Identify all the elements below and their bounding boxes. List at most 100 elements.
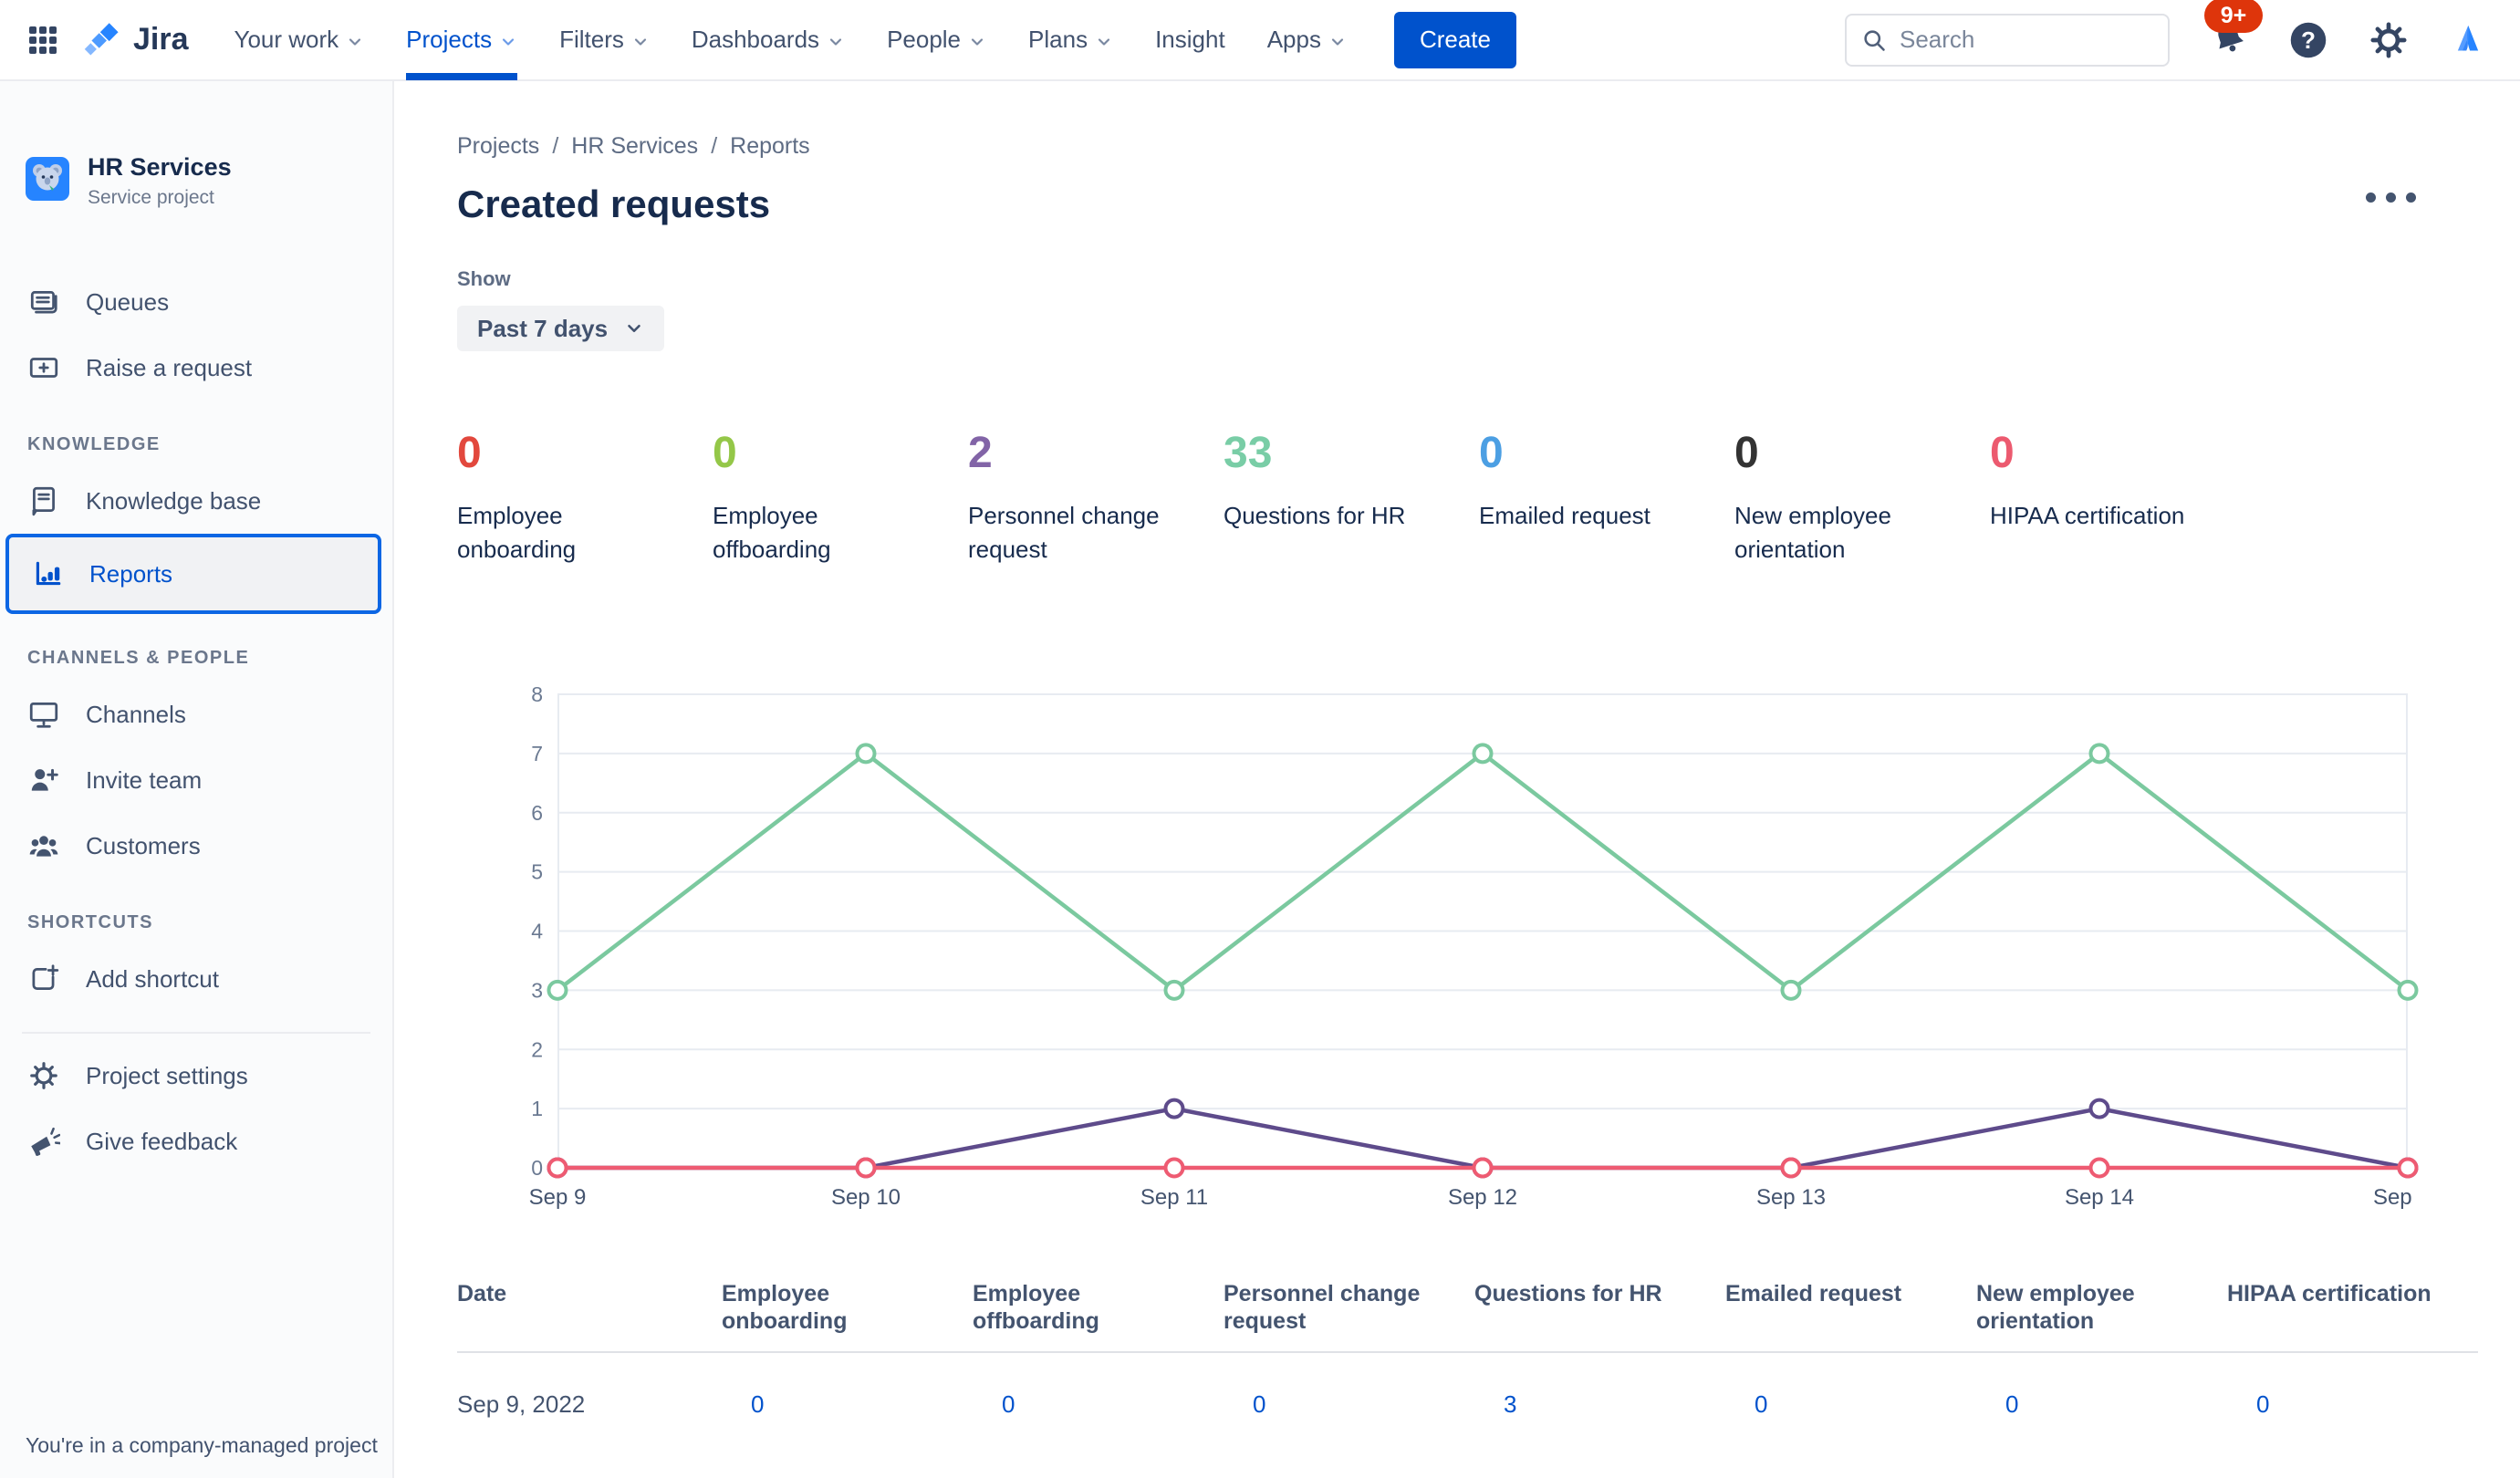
svg-text:Sep 9: Sep 9: [529, 1185, 587, 1210]
jira-mark-icon: [84, 22, 119, 55]
stat-personnel-change-request: 2 Personnel change request: [968, 429, 1160, 564]
sidebar-item-knowledge-base[interactable]: Knowledge base: [0, 468, 392, 534]
svg-text:4: 4: [531, 920, 543, 943]
settings-button[interactable]: [2369, 20, 2409, 60]
table-cell-link[interactable]: 0: [722, 1358, 973, 1450]
project-settings-gear-icon: [30, 1062, 57, 1089]
column-header: Employee onboarding: [722, 1281, 848, 1334]
main-content: Projects / HR Services / Reports Created…: [394, 81, 2520, 1478]
project-name: HR Services: [88, 152, 232, 181]
sidebar-item-give-feedback[interactable]: Give feedback: [0, 1108, 392, 1174]
knowledge-base-icon: [32, 486, 55, 516]
table-cell-link[interactable]: 0: [1224, 1450, 1474, 1478]
sidebar-item-customers[interactable]: Customers: [0, 813, 392, 879]
project-sidebar: HR Services Service project Queues Raise…: [0, 81, 394, 1478]
more-options-button[interactable]: [2357, 183, 2425, 212]
sidebar-item-add-shortcut[interactable]: Add shortcut: [0, 946, 392, 1012]
dot: [2406, 193, 2416, 203]
nav-projects[interactable]: Projects: [406, 0, 518, 80]
table-cell-link[interactable]: 0: [973, 1450, 1224, 1478]
atlassian-logo-icon: [2449, 18, 2487, 61]
column-header-date: Date: [457, 1281, 507, 1306]
nav-dashboards[interactable]: Dashboards: [692, 0, 845, 80]
nav-filters[interactable]: Filters: [559, 0, 650, 80]
help-icon: ?: [2290, 22, 2327, 57]
invite-team-icon: [31, 768, 58, 791]
breadcrumb-projects[interactable]: Projects: [457, 132, 539, 160]
stat-questions-for-hr: 33 Questions for HR: [1224, 429, 1406, 530]
created-requests-line-chart: 0 1 2 3 4 5 6 7 8 Sep 9 Sep 10 Sep 11 Sep 12 Sep 13 Se…: [512, 682, 2520, 1223]
created-requests-table: Date Employee onboarding Employee offboa…: [457, 1280, 2520, 1478]
channels-icon: [29, 702, 58, 728]
project-avatar: [26, 156, 69, 205]
create-button[interactable]: Create: [1393, 11, 1516, 68]
table-row-date: Sep 10, 2022: [457, 1450, 722, 1478]
notifications-button[interactable]: 9+: [2204, 0, 2263, 61]
reports-icon: [36, 561, 61, 586]
table-cell-link[interactable]: 0: [722, 1450, 973, 1478]
nav-plans[interactable]: Plans: [1028, 0, 1113, 80]
table-cell-link[interactable]: 0: [2227, 1358, 2478, 1450]
date-range-select[interactable]: Past 7 days: [457, 306, 665, 351]
grid-icon: [29, 26, 57, 54]
column-header: HIPAA certification: [2227, 1281, 2431, 1306]
sidebar-item-project-settings[interactable]: Project settings: [0, 1043, 392, 1108]
breadcrumb-reports[interactable]: Reports: [730, 132, 810, 160]
column-header: Personnel change request: [1224, 1281, 1421, 1334]
nav-apps[interactable]: Apps: [1267, 0, 1347, 80]
sidebar-item-invite-team[interactable]: Invite team: [0, 747, 392, 813]
nav-insight[interactable]: Insight: [1155, 0, 1225, 80]
jira-reports-screen: Jira Your work Projects Filters Dashboar…: [0, 0, 2520, 1478]
table-cell-link[interactable]: 3: [1474, 1358, 1725, 1450]
project-type-note: You're in a company-managed project: [26, 1433, 378, 1457]
sidebar-divider: [22, 1032, 370, 1034]
svg-text:2: 2: [531, 1037, 543, 1061]
add-shortcut-icon: [32, 964, 59, 990]
app-switcher-icon[interactable]: [27, 25, 58, 56]
svg-text:8: 8: [531, 685, 543, 706]
queues-icon: [30, 291, 57, 314]
nav-your-work[interactable]: Your work: [234, 0, 365, 80]
sidebar-item-raise-a-request[interactable]: Raise a request: [0, 335, 392, 401]
breadcrumb-hr-services[interactable]: HR Services: [571, 132, 698, 160]
table-cell-link[interactable]: 0: [973, 1358, 1224, 1450]
notification-badge: 9+: [2204, 0, 2263, 33]
sidebar-section-shortcuts: SHORTCUTS: [27, 911, 153, 932]
search-input[interactable]: [1845, 13, 2170, 67]
table-cell-link[interactable]: 7: [1474, 1450, 1725, 1478]
table-cell-link[interactable]: 0: [1725, 1358, 1976, 1450]
table-cell-link[interactable]: 0: [1725, 1450, 1976, 1478]
sidebar-section-knowledge: KNOWLEDGE: [27, 433, 161, 454]
dot: [2366, 193, 2376, 203]
svg-text:7: 7: [531, 742, 543, 765]
svg-text:Sep 11: Sep 11: [1140, 1185, 1208, 1210]
stat-new-employee-orientation: 0 New employee orientation: [1734, 429, 1891, 564]
table-cell-link[interactable]: 0: [1224, 1358, 1474, 1450]
table-header-divider: [457, 1351, 2478, 1353]
column-header: Employee offboarding: [973, 1281, 1099, 1334]
svg-text:5: 5: [531, 860, 543, 884]
table-cell-link[interactable]: 0: [1976, 1358, 2227, 1450]
chevron-down-icon: [1098, 37, 1110, 46]
column-header: Emailed request: [1725, 1281, 1902, 1306]
sidebar-item-queues[interactable]: Queues: [0, 269, 392, 335]
chevron-down-icon: [502, 37, 515, 46]
project-header: HR Services Service project: [0, 145, 392, 216]
sidebar-item-reports[interactable]: Reports: [5, 534, 381, 614]
jira-logo[interactable]: Jira: [82, 20, 189, 60]
request-type-stats: 0 Employee onboarding 0 Employee offboar…: [457, 430, 2520, 567]
table-cell-link[interactable]: 0: [2227, 1450, 2478, 1478]
sidebar-item-channels[interactable]: Channels: [0, 682, 392, 747]
chevron-down-icon: [1331, 37, 1344, 46]
breadcrumb-separator: /: [711, 133, 718, 159]
search-icon: [1864, 29, 1885, 51]
chevron-down-icon: [628, 324, 640, 333]
svg-text:Sep 10: Sep 10: [831, 1185, 901, 1210]
chevron-down-icon: [349, 37, 361, 46]
help-button[interactable]: ?: [2288, 20, 2328, 60]
stat-employee-onboarding: 0 Employee onboarding: [457, 429, 577, 564]
table-cell-link[interactable]: 0: [1976, 1450, 2227, 1478]
nav-people[interactable]: People: [887, 0, 986, 80]
jira-logo-text: Jira: [133, 22, 189, 57]
gear-icon: [2370, 21, 2407, 58]
